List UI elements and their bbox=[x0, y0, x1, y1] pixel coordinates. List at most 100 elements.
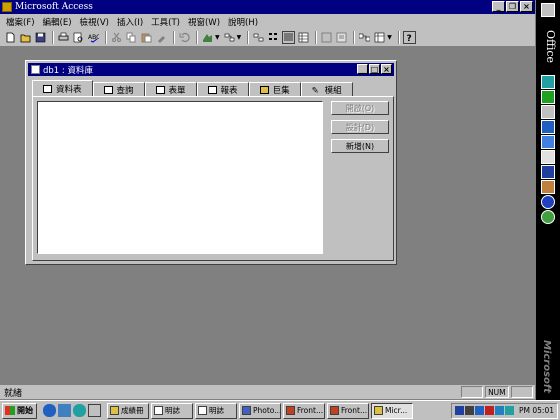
save-icon[interactable] bbox=[34, 31, 47, 44]
tab-panel: 開啟(O) 設計(D) 新增(N) bbox=[32, 96, 394, 261]
desktop-quicklaunch-icon[interactable] bbox=[88, 404, 101, 417]
toolbar: ABC ▼ ▼ ▼ ? bbox=[0, 29, 535, 47]
task-label: Micr... bbox=[385, 406, 408, 415]
small-icons-icon[interactable] bbox=[267, 31, 280, 44]
tray-update-icon[interactable] bbox=[495, 406, 504, 415]
task-label: Front... bbox=[297, 406, 324, 415]
minimize-button[interactable]: _ bbox=[492, 1, 505, 12]
format-painter-icon[interactable] bbox=[155, 31, 168, 44]
module-icon: ✎ bbox=[311, 86, 319, 96]
open-folder-icon[interactable] bbox=[19, 31, 32, 44]
tab-forms[interactable]: 表單 bbox=[144, 82, 197, 97]
excel-app-icon[interactable] bbox=[541, 90, 555, 104]
menu-help[interactable]: 說明(H) bbox=[228, 16, 258, 28]
db-minimize-button[interactable]: _ bbox=[357, 64, 368, 74]
list-view-icon[interactable] bbox=[282, 31, 296, 44]
large-icons-icon[interactable] bbox=[252, 31, 265, 44]
database-window-title: db1 : 資料庫 bbox=[43, 65, 93, 76]
task-doc-1[interactable]: 明誌 bbox=[151, 402, 193, 419]
print-preview-icon[interactable] bbox=[72, 31, 85, 44]
task-label: 明誌 bbox=[165, 406, 180, 415]
details-view-icon[interactable] bbox=[297, 31, 310, 44]
database-window: db1 : 資料庫 _ □ × 資料表 查詢 表單 報表 巨集 ✎ 模組 開啟(O… bbox=[25, 60, 397, 265]
word-app-icon[interactable] bbox=[541, 165, 555, 179]
toolbar-separator bbox=[196, 31, 198, 44]
copy-icon[interactable] bbox=[125, 31, 138, 44]
design-button[interactable]: 設計(D) bbox=[331, 120, 389, 134]
binder-app-icon[interactable] bbox=[541, 150, 555, 164]
menu-file[interactable]: 檔案(F) bbox=[6, 16, 35, 28]
database-icon[interactable] bbox=[31, 65, 40, 74]
start-label: 開始 bbox=[17, 406, 33, 415]
print-icon[interactable] bbox=[57, 31, 70, 44]
chevron-down-icon[interactable]: ▼ bbox=[237, 34, 242, 41]
ie-quicklaunch-icon[interactable] bbox=[43, 404, 56, 417]
toolbar-separator bbox=[173, 31, 175, 44]
media-app-icon[interactable] bbox=[541, 195, 555, 209]
access-app-icon[interactable] bbox=[541, 75, 555, 89]
db-close-button[interactable]: × bbox=[381, 64, 392, 74]
paste-icon[interactable] bbox=[140, 31, 153, 44]
menu-tools[interactable]: 工具(T) bbox=[151, 16, 180, 28]
office-logo: Office bbox=[544, 30, 557, 64]
task-frontpage-1[interactable]: Front... bbox=[283, 402, 325, 419]
access-key-icon[interactable] bbox=[2, 2, 12, 12]
start-button[interactable]: 開始 bbox=[2, 402, 37, 419]
outlook-quicklaunch-icon[interactable] bbox=[58, 404, 71, 417]
tab-label: 查詢 bbox=[116, 86, 134, 96]
menu-window[interactable]: 視窗(W) bbox=[188, 16, 220, 28]
system-tray: PM 05:01 bbox=[451, 402, 558, 419]
close-button[interactable]: × bbox=[520, 1, 533, 12]
task-frontpage-2[interactable]: Front... bbox=[327, 402, 369, 419]
tray-monitor-icon[interactable] bbox=[455, 406, 464, 415]
analyze-icon[interactable] bbox=[223, 31, 236, 44]
office-menu-icon[interactable] bbox=[541, 3, 555, 17]
powerpoint-app-icon[interactable] bbox=[541, 180, 555, 194]
properties-icon[interactable] bbox=[335, 31, 348, 44]
tab-tables[interactable]: 資料表 bbox=[32, 80, 93, 97]
restore-button[interactable]: ❐ bbox=[506, 1, 519, 12]
menu-insert[interactable]: 插入(I) bbox=[117, 16, 143, 28]
task-access[interactable]: Micr... bbox=[371, 402, 413, 419]
task-gradebook[interactable]: 成績冊 bbox=[107, 402, 149, 419]
office-links-icon[interactable] bbox=[201, 31, 214, 44]
tab-modules[interactable]: ✎ 模組 bbox=[300, 82, 353, 97]
frontpage-icon bbox=[330, 406, 339, 415]
chevron-down-icon[interactable]: ▼ bbox=[387, 34, 392, 41]
tab-macros[interactable]: 巨集 bbox=[248, 82, 301, 97]
task-doc-2[interactable]: 明誌 bbox=[195, 402, 237, 419]
tray-speaker-icon[interactable] bbox=[465, 406, 474, 415]
tray-antivirus-icon[interactable] bbox=[485, 406, 494, 415]
undo-icon[interactable] bbox=[178, 31, 191, 44]
task-photoshop[interactable]: Photo... bbox=[239, 402, 281, 419]
query-icon bbox=[103, 86, 113, 94]
open-button[interactable]: 開啟(O) bbox=[331, 101, 389, 115]
tab-reports[interactable]: 報表 bbox=[196, 82, 249, 97]
new-button[interactable]: 新增(N) bbox=[331, 139, 389, 153]
spelling-icon[interactable]: ABC bbox=[87, 31, 100, 44]
menu-edit[interactable]: 編輯(E) bbox=[43, 16, 72, 28]
db-maximize-button[interactable]: □ bbox=[369, 64, 380, 74]
chevron-down-icon[interactable]: ▼ bbox=[215, 34, 220, 41]
taskbar: 開始 成績冊 明誌 明誌 Photo... Front... Front... … bbox=[0, 400, 560, 420]
internet-explorer-icon[interactable] bbox=[541, 120, 555, 134]
cut-icon[interactable] bbox=[110, 31, 123, 44]
status-bar: 就緒 NUM bbox=[0, 385, 535, 399]
task-label: Front... bbox=[341, 406, 368, 415]
tray-network-icon[interactable] bbox=[475, 406, 484, 415]
task-label: 成績冊 bbox=[121, 406, 144, 415]
outlook-app-icon[interactable] bbox=[541, 135, 555, 149]
new-object-icon[interactable] bbox=[373, 31, 386, 44]
tab-queries[interactable]: 查詢 bbox=[92, 82, 145, 97]
objects-list[interactable] bbox=[37, 101, 323, 254]
network-app-icon[interactable] bbox=[541, 210, 555, 224]
document-app-icon[interactable] bbox=[541, 105, 555, 119]
new-database-icon[interactable] bbox=[4, 31, 17, 44]
relationships-icon[interactable] bbox=[358, 31, 371, 44]
report-icon bbox=[207, 86, 217, 94]
tray-ime-icon[interactable] bbox=[505, 406, 514, 415]
help-icon[interactable]: ? bbox=[402, 31, 416, 44]
channels-quicklaunch-icon[interactable] bbox=[73, 404, 86, 417]
code-icon[interactable] bbox=[320, 31, 333, 44]
menu-view[interactable]: 檢視(V) bbox=[80, 16, 109, 28]
